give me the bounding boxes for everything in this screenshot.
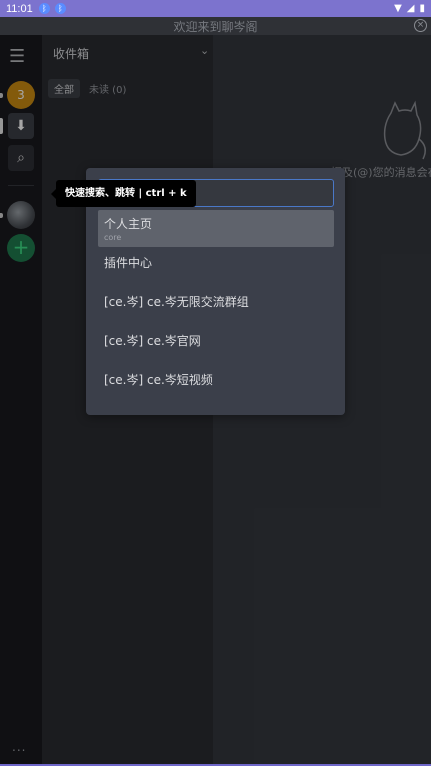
signal-icon: ◢ — [406, 3, 415, 14]
bluetooth-notif-icon: ᛒ — [38, 3, 50, 14]
app-root: 11:01 ᛒ ᛒ ▼ ◢ ▮ 欢迎来到聊岑阁 × ☰ 3 ⬇ ⌕ + ... … — [0, 0, 431, 766]
result-label: [ce.岑] ce.岑官网 — [104, 334, 201, 348]
search-tooltip: 快速搜索、跳转 | ctrl + k — [51, 180, 196, 207]
bluetooth-notif-icon: ᛒ — [54, 3, 66, 14]
result-item-shortvideo[interactable]: [ce.岑] ce.岑短视频 — [98, 371, 334, 388]
window-title-bar: 欢迎来到聊岑阁 × — [0, 17, 431, 35]
result-item-profile[interactable]: 个人主页 core — [98, 210, 334, 247]
window-title: 欢迎来到聊岑阁 — [173, 19, 258, 34]
result-label: [ce.岑] ce.岑短视频 — [104, 373, 213, 387]
tooltip-text: 快速搜索、跳转 | ctrl + k — [65, 188, 187, 199]
result-item-group[interactable]: [ce.岑] ce.岑无限交流群组 — [98, 293, 334, 310]
status-bar: 11:01 ᛒ ᛒ ▼ ◢ ▮ — [0, 0, 431, 17]
status-right-icons: ▼ ◢ ▮ — [394, 3, 425, 14]
result-item-plugins[interactable]: 插件中心 — [98, 254, 334, 271]
result-sub: core — [104, 233, 122, 242]
tooltip-arrow — [51, 189, 56, 199]
battery-icon: ▮ — [419, 3, 425, 14]
close-icon[interactable]: × — [414, 19, 427, 32]
result-item-website[interactable]: [ce.岑] ce.岑官网 — [98, 332, 334, 349]
status-time: 11:01 — [6, 2, 33, 15]
wifi-icon: ▼ — [394, 3, 402, 14]
result-label: 插件中心 — [104, 256, 153, 270]
result-label: [ce.岑] ce.岑无限交流群组 — [104, 295, 249, 309]
result-label: 个人主页 — [104, 217, 153, 231]
